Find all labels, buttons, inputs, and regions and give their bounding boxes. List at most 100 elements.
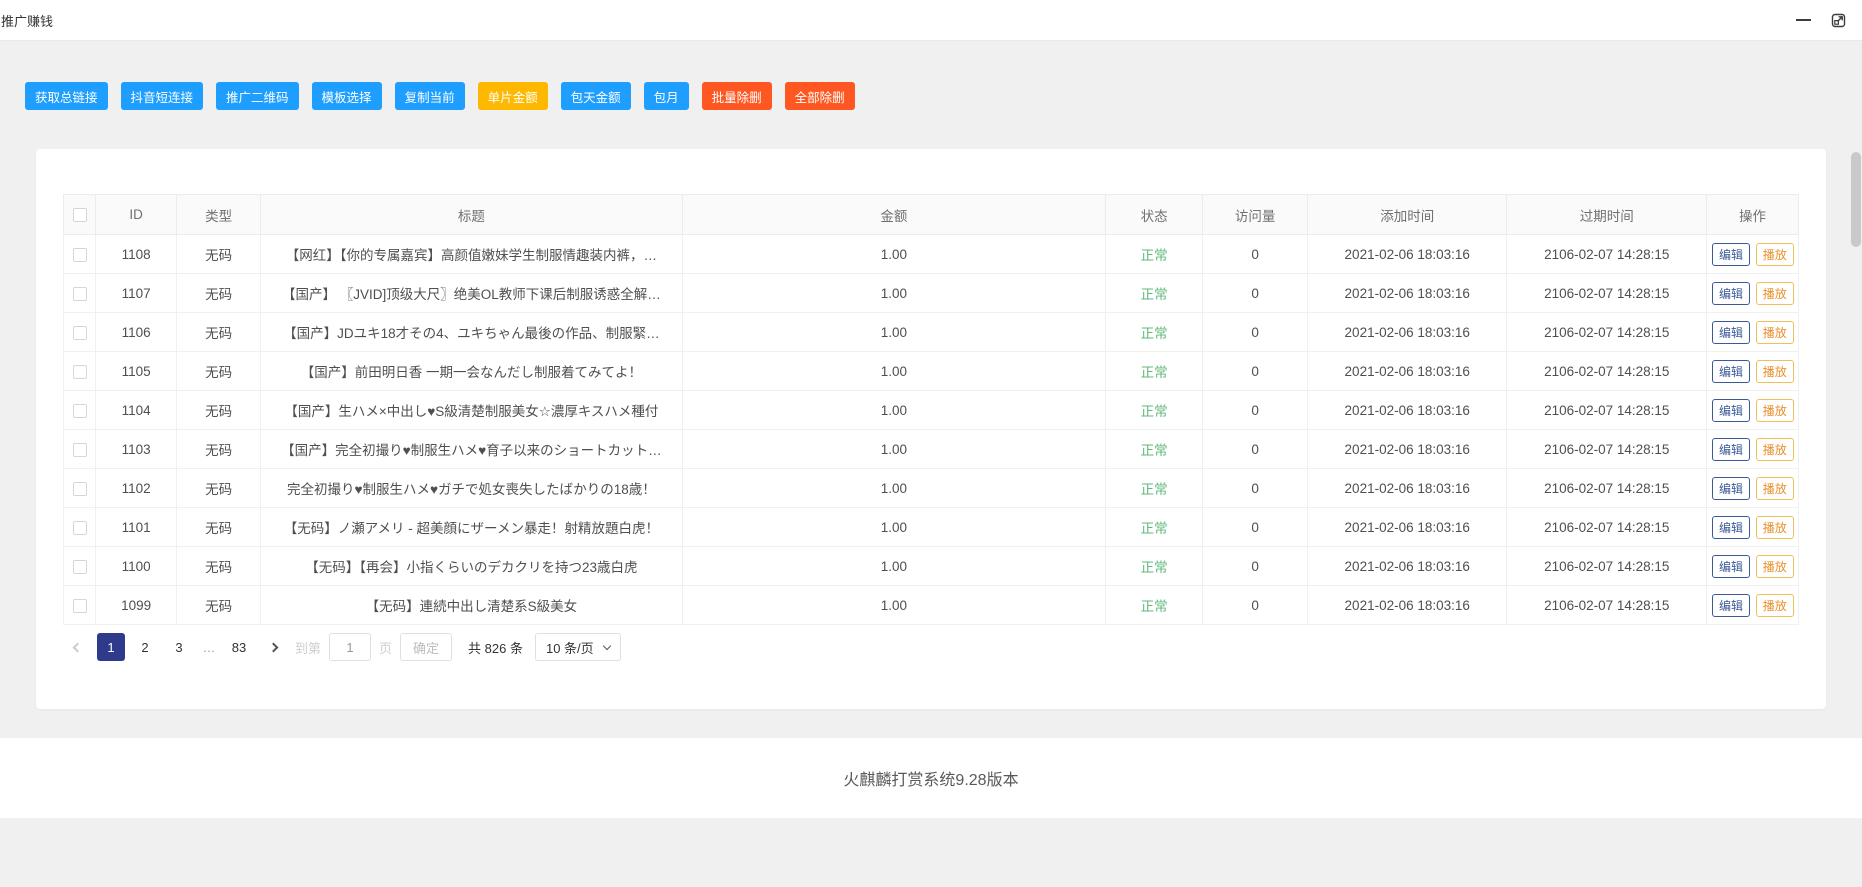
edit-button[interactable]: 编辑: [1712, 438, 1750, 461]
cell-select: [64, 469, 96, 508]
cell-added-time: 2021-02-06 18:03:16: [1307, 469, 1507, 508]
scrollbar-track: [1850, 42, 1862, 887]
day-price-button[interactable]: 包天金额: [561, 82, 631, 110]
page-button-3[interactable]: 3: [165, 633, 193, 661]
delete-all-button[interactable]: 全部除删: [785, 82, 855, 110]
confirm-jump-button[interactable]: 确定: [400, 633, 452, 661]
play-button[interactable]: 播放: [1756, 594, 1794, 617]
cell-actions: 编辑 播放: [1707, 430, 1799, 469]
row-checkbox[interactable]: [73, 326, 87, 340]
play-button[interactable]: 播放: [1756, 555, 1794, 578]
jump-page-input[interactable]: [329, 633, 371, 661]
edit-button[interactable]: 编辑: [1712, 399, 1750, 422]
cell-amount: 1.00: [682, 508, 1105, 547]
cell-added-time: 2021-02-06 18:03:16: [1307, 235, 1507, 274]
status-badge: 正常: [1141, 560, 1168, 575]
table-row: 1108 无码 【网红】【你的专属嘉宾】高颜值嫩妹学生制服情趣装内裤，… 1.0…: [64, 235, 1799, 274]
next-page-button[interactable]: [259, 633, 287, 661]
cell-expire-time: 2106-02-07 14:28:15: [1507, 235, 1707, 274]
cell-title: 【无码】ノ瀬アメリ - 超美顔にザーメン暴走！射精放題白虎！: [261, 508, 683, 547]
row-checkbox[interactable]: [73, 248, 87, 262]
cell-visits: 0: [1203, 547, 1308, 586]
table-row: 1106 无码 【国产】JDユキ18才その4、ユキちゃん最後の作品、制服緊… 1…: [64, 313, 1799, 352]
table-row: 1100 无码 【无码】【再会】小指くらいのデカクリを持つ23歳白虎 1.00 …: [64, 547, 1799, 586]
chevron-down-icon: [602, 642, 610, 650]
single-price-button[interactable]: 单片金额: [478, 82, 548, 110]
row-checkbox[interactable]: [73, 287, 87, 301]
douyin-short-link-button[interactable]: 抖音短连接: [121, 82, 204, 110]
page-button-2[interactable]: 2: [131, 633, 159, 661]
prev-page-button[interactable]: [63, 633, 91, 661]
edit-button[interactable]: 编辑: [1712, 477, 1750, 500]
minimize-icon[interactable]: [1796, 19, 1811, 21]
cell-visits: 0: [1203, 469, 1308, 508]
cell-id: 1100: [96, 547, 177, 586]
edit-button[interactable]: 编辑: [1712, 555, 1750, 578]
page-button-1[interactable]: 1: [97, 633, 125, 661]
cell-added-time: 2021-02-06 18:03:16: [1307, 547, 1507, 586]
main-area: 获取总链接 抖音短连接 推广二维码 模板选择 复制当前 单片金额 包天金额 包月…: [0, 41, 1862, 738]
cell-status: 正常: [1106, 469, 1203, 508]
play-button[interactable]: 播放: [1756, 477, 1794, 500]
play-button[interactable]: 播放: [1756, 516, 1794, 539]
cell-visits: 0: [1203, 235, 1308, 274]
cell-status: 正常: [1106, 430, 1203, 469]
cell-select: [64, 547, 96, 586]
play-button[interactable]: 播放: [1756, 360, 1794, 383]
footer-version-text: 火麒麟打赏系统9.28版本: [843, 766, 1018, 790]
edit-button[interactable]: 编辑: [1712, 243, 1750, 266]
month-price-button[interactable]: 包月: [644, 82, 689, 110]
header-added-time: 添加时间: [1307, 195, 1507, 235]
cell-visits: 0: [1203, 352, 1308, 391]
cell-expire-time: 2106-02-07 14:28:15: [1507, 508, 1707, 547]
status-badge: 正常: [1141, 443, 1168, 458]
page-size-value: 10 条/页: [546, 638, 594, 657]
maximize-icon[interactable]: [1831, 13, 1846, 28]
play-button[interactable]: 播放: [1756, 321, 1794, 344]
videos-table: ID 类型 标题 金额 状态 访问量 添加时间 过期时间 操作 1108 无码 …: [63, 194, 1799, 625]
row-checkbox[interactable]: [73, 521, 87, 535]
play-button[interactable]: 播放: [1756, 243, 1794, 266]
row-checkbox[interactable]: [73, 443, 87, 457]
edit-button[interactable]: 编辑: [1712, 516, 1750, 539]
play-button[interactable]: 播放: [1756, 399, 1794, 422]
row-checkbox[interactable]: [73, 365, 87, 379]
get-total-link-button[interactable]: 获取总链接: [25, 82, 108, 110]
play-button[interactable]: 播放: [1756, 282, 1794, 305]
row-checkbox[interactable]: [73, 560, 87, 574]
copy-current-button[interactable]: 复制当前: [395, 82, 465, 110]
row-checkbox[interactable]: [73, 599, 87, 613]
edit-button[interactable]: 编辑: [1712, 594, 1750, 617]
cell-actions: 编辑 播放: [1707, 235, 1799, 274]
edit-button[interactable]: 编辑: [1712, 321, 1750, 344]
status-badge: 正常: [1141, 248, 1168, 263]
header-id: ID: [96, 195, 177, 235]
promo-qrcode-button[interactable]: 推广二维码: [216, 82, 299, 110]
cell-select: [64, 391, 96, 430]
status-badge: 正常: [1141, 365, 1168, 380]
batch-delete-button[interactable]: 批量除删: [702, 82, 772, 110]
cell-actions: 编辑 播放: [1707, 469, 1799, 508]
template-select-button[interactable]: 模板选择: [312, 82, 382, 110]
cell-id: 1103: [96, 430, 177, 469]
cell-added-time: 2021-02-06 18:03:16: [1307, 352, 1507, 391]
edit-button[interactable]: 编辑: [1712, 360, 1750, 383]
cell-visits: 0: [1203, 508, 1308, 547]
cell-expire-time: 2106-02-07 14:28:15: [1507, 586, 1707, 625]
play-button[interactable]: 播放: [1756, 438, 1794, 461]
scrollbar-thumb[interactable]: [1851, 152, 1861, 247]
page-button-83[interactable]: 83: [225, 633, 253, 661]
cell-added-time: 2021-02-06 18:03:16: [1307, 508, 1507, 547]
cell-select: [64, 352, 96, 391]
row-checkbox[interactable]: [73, 482, 87, 496]
cell-type: 无码: [177, 508, 261, 547]
cell-title: 【国产】 〖JVID]顶级大尺〗绝美OL教师下课后制服诱惑全解…: [261, 274, 683, 313]
edit-button[interactable]: 编辑: [1712, 282, 1750, 305]
cell-expire-time: 2106-02-07 14:28:15: [1507, 313, 1707, 352]
page-size-select[interactable]: 10 条/页: [535, 633, 621, 661]
row-checkbox[interactable]: [73, 404, 87, 418]
cell-select: [64, 274, 96, 313]
cell-actions: 编辑 播放: [1707, 274, 1799, 313]
select-all-checkbox[interactable]: [73, 208, 87, 222]
status-badge: 正常: [1141, 404, 1168, 419]
